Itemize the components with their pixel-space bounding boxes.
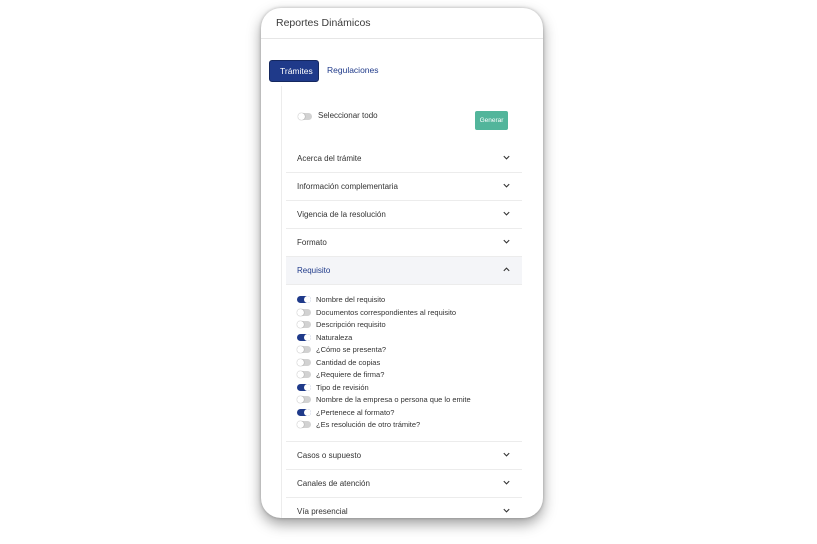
generate-button[interactable]: Generar bbox=[475, 111, 508, 130]
option-label: ¿Es resolución de otro trámite? bbox=[316, 420, 421, 429]
chevron-down-icon bbox=[503, 183, 510, 188]
select-all-toggle[interactable] bbox=[298, 113, 312, 120]
option-toggle[interactable] bbox=[297, 333, 311, 341]
section-label: Vigencia de la resolución bbox=[297, 210, 386, 219]
option-toggle[interactable] bbox=[297, 321, 311, 328]
section-requisito[interactable]: Requisito bbox=[286, 257, 522, 285]
option-label: ¿Requiere de firma? bbox=[316, 370, 385, 379]
chevron-down-icon bbox=[503, 480, 510, 485]
tab-tramites[interactable]: Trámites bbox=[269, 60, 319, 82]
chevron-down-icon bbox=[503, 155, 510, 160]
option-toggle[interactable] bbox=[297, 371, 311, 378]
phone-frame: Reportes Dinámicos Trámites Regulaciones… bbox=[261, 8, 543, 518]
section-label: Requisito bbox=[297, 266, 331, 275]
option-label: Documentos correspondientes al requisito bbox=[316, 307, 457, 317]
section-label: Vía presencial bbox=[297, 507, 348, 516]
section-label: Acerca del trámite bbox=[297, 154, 362, 163]
section-label: Información complementaria bbox=[297, 182, 398, 191]
chevron-down-icon bbox=[503, 508, 510, 513]
chevron-down-icon bbox=[503, 211, 510, 216]
option-label: ¿Pertenece al formato? bbox=[316, 407, 395, 417]
section-label: Casos o supuesto bbox=[297, 451, 362, 460]
option-toggle[interactable] bbox=[297, 396, 311, 403]
section-informacion-complementaria[interactable]: Información complementaria bbox=[286, 173, 522, 201]
option-toggle[interactable] bbox=[297, 358, 311, 366]
option-label: Nombre del requisito bbox=[316, 295, 386, 304]
section-acerca-del-tramite[interactable]: Acerca del trámite bbox=[286, 145, 522, 173]
chevron-up-icon bbox=[503, 267, 510, 272]
section-formato[interactable]: Formato bbox=[286, 229, 522, 257]
section-via-presencial[interactable]: Vía presencial bbox=[286, 498, 522, 518]
option-toggle[interactable] bbox=[297, 383, 311, 391]
section-label: Formato bbox=[297, 238, 327, 247]
option-label: ¿Cómo se presenta? bbox=[316, 345, 387, 354]
option-label: Tipo de revisión bbox=[316, 382, 369, 392]
section-label: Canales de atención bbox=[297, 479, 370, 488]
option-label: Descripción requisito bbox=[316, 320, 386, 329]
option-label: Cantidad de copias bbox=[316, 357, 381, 367]
report-panel: Seleccionar todo Generar Acerca del trám… bbox=[281, 86, 535, 518]
option-toggle[interactable] bbox=[297, 421, 311, 428]
option-label: Nombre de la empresa o persona que lo em… bbox=[316, 395, 471, 404]
tab-regulaciones[interactable]: Regulaciones bbox=[317, 60, 389, 80]
option-label: Naturaleza bbox=[316, 332, 353, 342]
option-toggle[interactable] bbox=[297, 408, 311, 416]
app-header: Reportes Dinámicos bbox=[261, 8, 543, 39]
section-vigencia-resolucion[interactable]: Vigencia de la resolución bbox=[286, 201, 522, 229]
option-toggle[interactable] bbox=[297, 308, 311, 316]
section-casos-supuesto[interactable]: Casos o supuesto bbox=[286, 441, 522, 470]
chevron-down-icon bbox=[503, 239, 510, 244]
option-toggle[interactable] bbox=[297, 346, 311, 353]
section-canales-atencion[interactable]: Canales de atención bbox=[286, 470, 522, 498]
option-toggle[interactable] bbox=[297, 296, 311, 303]
select-all-label: Seleccionar todo bbox=[318, 111, 378, 120]
page-title: Reportes Dinámicos bbox=[276, 17, 371, 29]
chevron-down-icon bbox=[503, 452, 510, 457]
